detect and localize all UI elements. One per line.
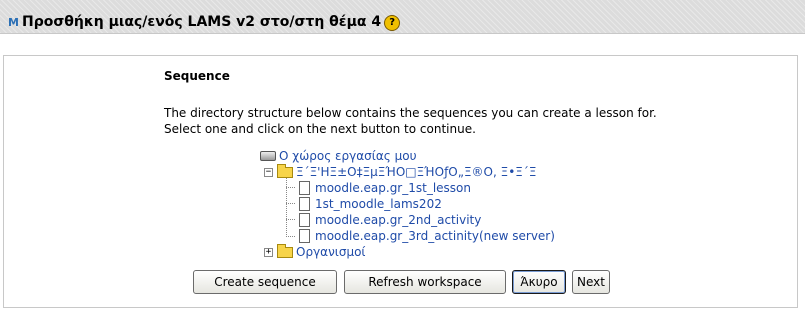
- tree-label[interactable]: 1st_moodle_lams202: [315, 197, 442, 211]
- create-sequence-button[interactable]: Create sequence: [193, 270, 337, 294]
- document-icon: [299, 213, 310, 227]
- document-icon: [299, 229, 310, 243]
- tree-connector: [286, 219, 295, 220]
- page-header: M Προσθήκη μιας/ενός LAMS v2 στο/στη θέμ…: [0, 0, 805, 34]
- folder-icon: [277, 243, 293, 258]
- tree-connector: [286, 177, 287, 237]
- tree-label[interactable]: moodle.eap.gr_1st_lesson: [315, 181, 471, 195]
- tree-item-workspace[interactable]: Ο χώρος εργασίας μου: [260, 148, 417, 164]
- tree-label[interactable]: Ξ΄Ξ'ΗΞ±Ο‡ΞμΞΉΟ□ΞΉΟƒΟ„Ξ®Ο, Ξ•Ξ΄Ξ: [296, 165, 536, 179]
- tree-label[interactable]: Οργανισμοί: [296, 245, 365, 259]
- help-icon[interactable]: ?: [384, 15, 401, 31]
- tree-item-sequence[interactable]: 1st_moodle_lams202: [297, 196, 442, 212]
- tree-item-folder[interactable]: − Ξ΄Ξ'ΗΞ±Ο‡ΞμΞΉΟ□ΞΉΟƒΟ„Ξ®Ο, Ξ•Ξ΄Ξ: [264, 163, 536, 180]
- collapse-icon[interactable]: −: [264, 167, 273, 177]
- page-title-text: Προσθήκη μιας/ενός LAMS v2 στο/στη θέμα …: [22, 14, 382, 30]
- refresh-workspace-button[interactable]: Refresh workspace: [344, 270, 506, 294]
- tree-item-sequence[interactable]: moodle.eap.gr_1st_lesson: [297, 180, 471, 196]
- document-icon: [299, 197, 310, 211]
- section-heading: Sequence: [164, 69, 230, 83]
- folder-icon: [277, 163, 293, 178]
- tree-item-organisations[interactable]: + Οργανισμοί: [264, 243, 365, 260]
- cancel-button[interactable]: Άκυρο: [512, 270, 566, 294]
- expand-icon[interactable]: +: [264, 247, 273, 257]
- tree-label[interactable]: moodle.eap.gr_3rd_actinity(new server): [315, 229, 555, 243]
- tree-label[interactable]: moodle.eap.gr_2nd_activity: [315, 213, 481, 227]
- lams-logo-icon: M: [8, 16, 19, 29]
- document-icon: [299, 181, 310, 195]
- tree-connector: [286, 187, 295, 188]
- instructions-line-1: The directory structure below contains t…: [164, 106, 657, 120]
- next-button[interactable]: Next: [572, 270, 610, 294]
- drive-icon: [260, 151, 276, 161]
- instructions: The directory structure below contains t…: [164, 105, 657, 137]
- tree-item-sequence[interactable]: moodle.eap.gr_3rd_actinity(new server): [297, 228, 555, 244]
- instructions-line-2: Select one and click on the next button …: [164, 122, 476, 136]
- tree-item-sequence[interactable]: moodle.eap.gr_2nd_activity: [297, 212, 481, 228]
- tree-connector: [286, 203, 295, 204]
- page-title: Προσθήκη μιας/ενός LAMS v2 στο/στη θέμα …: [22, 14, 401, 31]
- tree-connector: [286, 236, 295, 237]
- tree-label[interactable]: Ο χώρος εργασίας μου: [279, 149, 417, 163]
